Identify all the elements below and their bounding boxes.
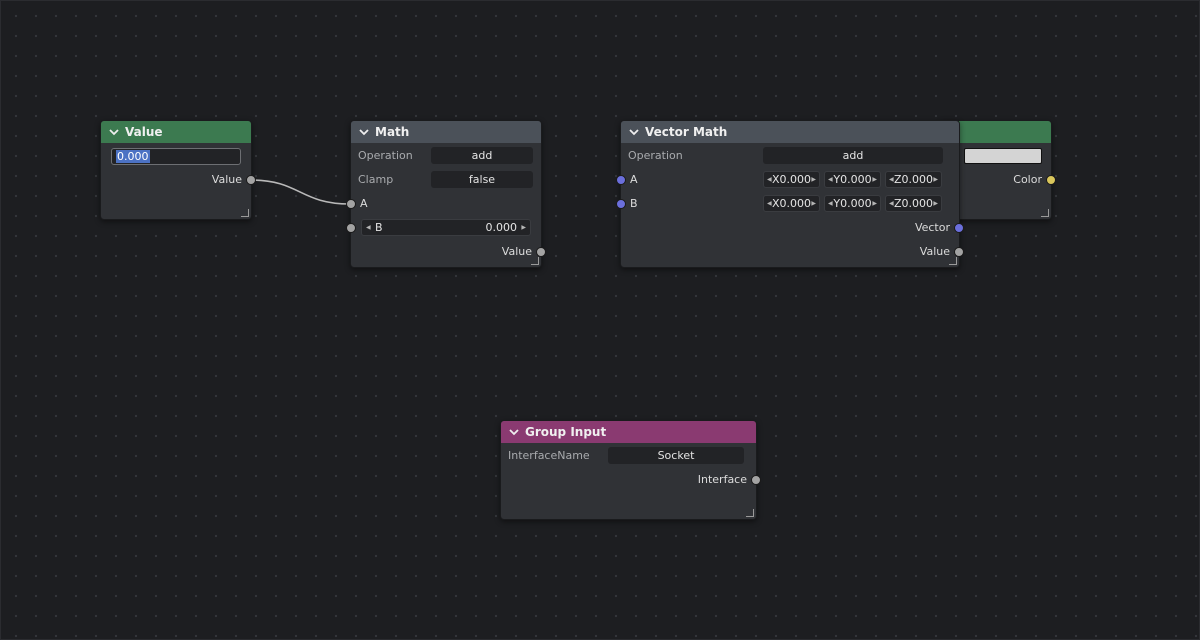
group-input-node-header[interactable]: Group Input <box>501 421 756 443</box>
collapse-chevron-icon[interactable] <box>357 125 371 139</box>
node-title: Math <box>375 125 410 139</box>
vector-math-input-b-socket[interactable] <box>616 199 626 209</box>
math-node[interactable]: Math Operation add Clamp false A ◀ B 0.0… <box>346 120 546 268</box>
collapse-chevron-icon[interactable] <box>107 125 121 139</box>
color-swatch[interactable] <box>964 148 1042 164</box>
decrement-arrow-icon[interactable]: ◀ <box>767 176 772 183</box>
resize-handle[interactable] <box>949 257 957 265</box>
vector-math-input-a-label: A <box>630 173 638 186</box>
math-clamp-value: false <box>468 173 496 186</box>
increment-arrow-icon[interactable]: ▶ <box>811 200 816 207</box>
vector-b-y-value: Y0.000 <box>833 197 872 210</box>
vector-math-input-a-socket[interactable] <box>616 175 626 185</box>
vector-b-x-field[interactable]: ◀ X0.000 ▶ <box>763 195 820 212</box>
vector-b-z-field[interactable]: ◀ Z0.000 ▶ <box>885 195 942 212</box>
vector-a-y-field[interactable]: ◀ Y0.000 ▶ <box>824 171 881 188</box>
decrement-arrow-icon[interactable]: ◀ <box>889 200 894 207</box>
value-input-text: 0.000 <box>116 150 150 163</box>
decrement-arrow-icon[interactable]: ◀ <box>767 200 772 207</box>
color-output-label: Color <box>1013 173 1042 186</box>
math-clamp-toggle[interactable]: false <box>431 171 533 188</box>
vector-a-z-value: Z0.000 <box>893 173 934 186</box>
color-output-socket[interactable] <box>1046 175 1056 185</box>
vector-math-operation-dropdown[interactable]: add <box>763 147 943 164</box>
increment-arrow-icon[interactable]: ▶ <box>872 176 877 183</box>
decrement-arrow-icon[interactable]: ◀ <box>828 200 833 207</box>
increment-arrow-icon[interactable]: ▶ <box>521 224 526 231</box>
decrement-arrow-icon[interactable]: ◀ <box>828 176 833 183</box>
math-input-b-field[interactable]: ◀ B 0.000 ▶ <box>361 219 531 236</box>
vector-a-y-value: Y0.000 <box>833 173 872 186</box>
math-input-b-value: 0.000 <box>485 221 518 234</box>
vector-a-x-field[interactable]: ◀ X0.000 ▶ <box>763 171 820 188</box>
increment-arrow-icon[interactable]: ▶ <box>872 200 877 207</box>
node-title: Group Input <box>525 425 607 439</box>
vector-math-input-b-label: B <box>630 197 638 210</box>
vector-b-y-field[interactable]: ◀ Y0.000 ▶ <box>824 195 881 212</box>
vector-math-output-value-socket[interactable] <box>954 247 964 257</box>
vector-math-node[interactable]: Vector Math Operation add A ◀ X0.000 ▶ ◀ Y0… <box>616 120 964 268</box>
math-node-header[interactable]: Math <box>351 121 541 143</box>
increment-arrow-icon[interactable]: ▶ <box>933 200 938 207</box>
resize-handle[interactable] <box>241 209 249 217</box>
vector-a-x-value: X0.000 <box>771 173 812 186</box>
vector-math-operation-label: Operation <box>628 149 683 162</box>
vector-a-z-field[interactable]: ◀ Z0.000 ▶ <box>885 171 942 188</box>
decrement-arrow-icon[interactable]: ◀ <box>366 224 371 231</box>
group-input-node[interactable]: Group Input InterfaceName Socket Interfa… <box>500 420 761 520</box>
math-operation-label: Operation <box>358 149 413 162</box>
increment-arrow-icon[interactable]: ▶ <box>933 176 938 183</box>
resize-handle[interactable] <box>531 257 539 265</box>
resize-handle[interactable] <box>1041 209 1049 217</box>
math-operation-value: add <box>471 149 493 162</box>
math-operation-dropdown[interactable]: add <box>431 147 533 164</box>
node-title: Value <box>125 125 163 139</box>
group-input-output-socket[interactable] <box>751 475 761 485</box>
group-input-output-label: Interface <box>697 473 747 486</box>
vector-math-output-vector-label: Vector <box>914 221 950 234</box>
collapse-chevron-icon[interactable] <box>507 425 521 439</box>
vector-math-output-vector-socket[interactable] <box>954 223 964 233</box>
node-editor-canvas[interactable] <box>0 0 1200 640</box>
math-input-a-label: A <box>360 197 368 210</box>
value-input-field[interactable]: 0.000 <box>111 148 241 165</box>
math-clamp-label: Clamp <box>358 173 394 186</box>
vector-math-output-value-label: Value <box>919 245 950 258</box>
math-output-label: Value <box>501 245 532 258</box>
value-node[interactable]: Value 0.000 Value <box>100 120 256 220</box>
increment-arrow-icon[interactable]: ▶ <box>811 176 816 183</box>
resize-handle[interactable] <box>746 509 754 517</box>
interface-name-label: InterfaceName <box>508 449 590 462</box>
vector-b-x-value: X0.000 <box>771 197 812 210</box>
math-input-b-label: B <box>375 221 383 234</box>
interface-name-field[interactable]: Socket <box>608 447 744 464</box>
decrement-arrow-icon[interactable]: ◀ <box>889 176 894 183</box>
collapse-chevron-icon[interactable] <box>627 125 641 139</box>
math-input-b-socket[interactable] <box>346 223 356 233</box>
node-title: Vector Math <box>645 125 728 139</box>
value-output-socket[interactable] <box>246 175 256 185</box>
math-output-socket[interactable] <box>536 247 546 257</box>
vector-math-node-header[interactable]: Vector Math <box>621 121 959 143</box>
value-node-header[interactable]: Value <box>101 121 251 143</box>
vector-b-z-value: Z0.000 <box>893 197 934 210</box>
value-output-label: Value <box>211 173 242 186</box>
vector-math-operation-value: add <box>842 149 864 162</box>
math-input-a-socket[interactable] <box>346 199 356 209</box>
interface-name-value: Socket <box>657 449 695 462</box>
